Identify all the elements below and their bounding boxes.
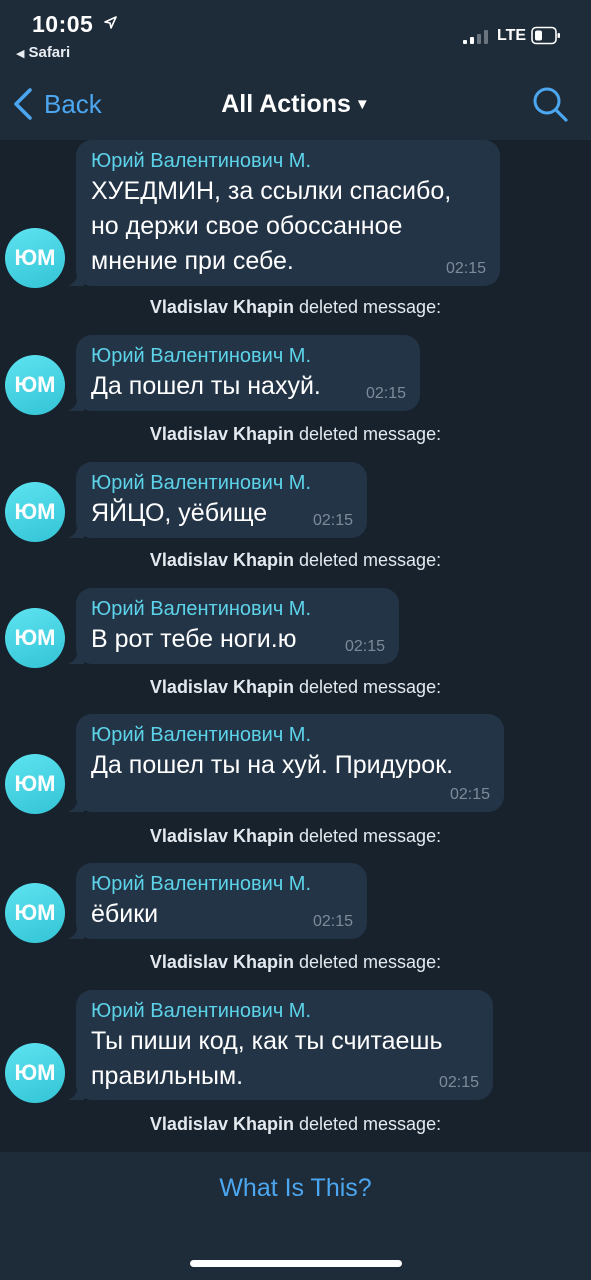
back-app-label: Safari — [28, 44, 71, 61]
message-bubble[interactable]: Юрий Валентинович М. ЯЙЦО, уёбище 02:15 — [68, 462, 367, 538]
avatar[interactable]: ЮМ — [5, 355, 65, 415]
dropdown-caret-icon: ▼ — [354, 96, 370, 113]
action-actor: Vladislav Khapin — [149, 550, 294, 570]
bubble-tail-icon — [68, 395, 84, 411]
signal-icon — [463, 30, 488, 44]
avatar[interactable]: ЮМ — [5, 1043, 65, 1103]
action-verb: deleted message: — [298, 424, 442, 444]
bubble-tail-icon — [68, 648, 84, 664]
avatar[interactable]: ЮМ — [5, 883, 65, 943]
action-verb: deleted message: — [298, 677, 442, 697]
message-time: 02:15 — [445, 260, 486, 277]
message-time: 02:15 — [312, 913, 353, 930]
message-bubble[interactable]: Юрий Валентинович М. Да пошел ты нахуй. … — [68, 335, 420, 411]
sender-name[interactable]: Юрий Валентинович М. — [91, 722, 488, 748]
bubble-tail-icon — [68, 796, 84, 812]
message-time: 02:15 — [449, 786, 490, 803]
message-line: Да пошел ты нахуй. — [91, 372, 321, 400]
message-time: 02:15 — [344, 638, 385, 655]
network-type: LTE — [497, 27, 527, 44]
sender-name[interactable]: Юрий Валентинович М. — [91, 148, 484, 174]
bubble-tail-icon — [68, 923, 84, 939]
message-line: ХУЕДМИН, за ссылки спасибо, — [91, 177, 452, 205]
message-line: Ты пиши код, как ты считаешь — [91, 1027, 443, 1055]
battery-icon — [531, 26, 560, 45]
message-feed[interactable]: ЮМ Юрий Валентинович М. ХУЕДМИН, за ссыл… — [0, 140, 591, 1152]
message-line: правильным. — [91, 1062, 244, 1090]
sender-name[interactable]: Юрий Валентинович М. — [91, 998, 477, 1024]
action-verb: deleted message: — [298, 826, 442, 846]
avatar[interactable]: ЮМ — [5, 482, 65, 542]
admin-action-text: Vladislav Khapin deleted message: — [0, 677, 591, 698]
status-time: 10:05 — [32, 11, 94, 37]
action-verb: deleted message: — [298, 550, 442, 570]
message-line: Да пошел ты на хуй. Придурок. — [91, 751, 454, 779]
back-to-app[interactable]: ◀ Safari — [16, 44, 70, 61]
sender-name[interactable]: Юрий Валентинович М. — [91, 343, 404, 369]
admin-action-text: Vladislav Khapin deleted message: — [0, 297, 591, 318]
avatar[interactable]: ЮМ — [5, 754, 65, 814]
message-time: 02:15 — [365, 385, 406, 402]
action-actor: Vladislav Khapin — [149, 424, 294, 444]
page-title-text: All Actions — [221, 90, 351, 118]
location-arrow-icon — [104, 16, 117, 29]
back-triangle-icon: ◀ — [16, 48, 25, 60]
message-bubble[interactable]: Юрий Валентинович М. Да пошел ты на хуй.… — [68, 714, 504, 812]
action-actor: Vladislav Khapin — [149, 1114, 294, 1134]
admin-action-text: Vladislav Khapin deleted message: — [0, 952, 591, 973]
sender-name[interactable]: Юрий Валентинович М. — [91, 596, 383, 622]
bubble-tail-icon — [68, 270, 84, 286]
bubble-tail-icon — [68, 1084, 84, 1100]
message-line: мнение при себе. — [91, 247, 294, 275]
message-bubble[interactable]: Юрий Валентинович М. ХУЕДМИН, за ссылки … — [68, 140, 500, 286]
bubble-tail-icon — [68, 522, 84, 538]
action-actor: Vladislav Khapin — [149, 677, 294, 697]
admin-action-text: Vladislav Khapin deleted message: — [0, 424, 591, 445]
action-verb: deleted message: — [298, 1114, 442, 1134]
action-actor: Vladislav Khapin — [149, 297, 294, 317]
sender-name[interactable]: Юрий Валентинович М. — [91, 470, 351, 496]
action-verb: deleted message: — [298, 952, 442, 972]
action-actor: Vladislav Khapin — [149, 952, 294, 972]
page-title[interactable]: All Actions ▼ — [0, 90, 591, 119]
message-bubble[interactable]: Юрий Валентинович М. ёбики 02:15 — [68, 863, 367, 939]
admin-action-text: Vladislav Khapin deleted message: — [0, 1114, 591, 1135]
sender-name[interactable]: Юрий Валентинович М. — [91, 871, 351, 897]
message-bubble[interactable]: Юрий Валентинович М. В рот тебе ноги.ю 0… — [68, 588, 399, 664]
status-bar: 10:05 ◀ Safari LTE — [0, 0, 591, 70]
message-time: 02:15 — [312, 512, 353, 529]
message-bubble[interactable]: Юрий Валентинович М. Ты пиши код, как ты… — [68, 990, 493, 1100]
message-time: 02:15 — [438, 1074, 479, 1091]
bottom-bar: What Is This? — [0, 1152, 591, 1280]
avatar[interactable]: ЮМ — [5, 608, 65, 668]
message-line: В рот тебе ноги.ю — [91, 625, 297, 653]
message-line: но держи свое обоссанное — [91, 212, 403, 240]
what-is-this-button[interactable]: What Is This? — [0, 1174, 591, 1203]
search-icon[interactable] — [531, 85, 569, 123]
avatar[interactable]: ЮМ — [5, 228, 65, 288]
admin-action-text: Vladislav Khapin deleted message: — [0, 826, 591, 847]
action-verb: deleted message: — [298, 297, 442, 317]
home-indicator[interactable] — [190, 1260, 402, 1267]
admin-action-text: Vladislav Khapin deleted message: — [0, 550, 591, 571]
nav-bar: Back All Actions ▼ — [0, 70, 591, 140]
action-actor: Vladislav Khapin — [149, 826, 294, 846]
